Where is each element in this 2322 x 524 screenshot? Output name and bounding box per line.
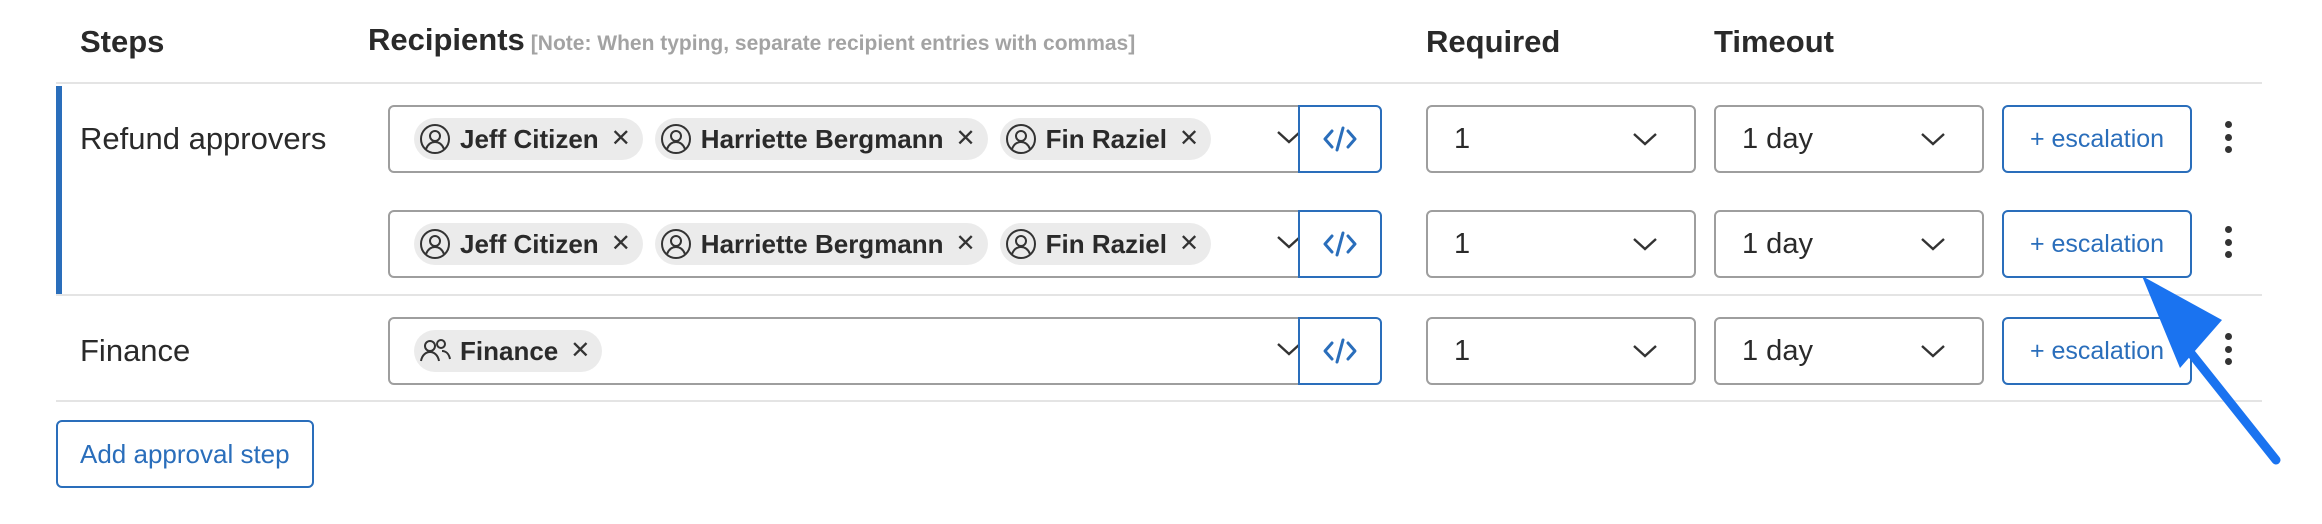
- code-editor-button[interactable]: [1298, 210, 1382, 278]
- user-icon: [418, 122, 452, 156]
- recipient-chip: Finance ✕: [414, 330, 603, 372]
- remove-recipient-icon[interactable]: ✕: [570, 339, 590, 363]
- chevron-down-icon: [1633, 238, 1657, 251]
- recipients-combobox[interactable]: Jeff Citizen ✕ Harriette Bergmann ✕ Fin …: [388, 105, 1328, 173]
- remove-recipient-icon[interactable]: ✕: [611, 127, 631, 151]
- add-escalation-button[interactable]: + escalation: [2002, 105, 2192, 173]
- remove-recipient-icon[interactable]: ✕: [956, 127, 976, 151]
- row-divider: [56, 400, 2262, 402]
- row-divider: [56, 294, 2262, 296]
- code-editor-button[interactable]: [1298, 317, 1382, 385]
- required-select[interactable]: 1: [1426, 317, 1696, 385]
- recipient-name: Jeff Citizen: [460, 123, 599, 154]
- user-icon: [1004, 227, 1038, 261]
- recipients-combobox[interactable]: Finance ✕: [388, 317, 1328, 385]
- timeout-value: 1 day: [1742, 334, 1813, 367]
- required-select[interactable]: 1: [1426, 105, 1696, 173]
- recipient-name: Harriette Bergmann: [700, 123, 944, 154]
- steps-column-header: Steps: [80, 24, 165, 59]
- required-value: 1: [1454, 334, 1471, 367]
- user-icon: [1004, 122, 1038, 156]
- timeout-select[interactable]: 1 day: [1714, 317, 1984, 385]
- group-icon: [418, 334, 452, 368]
- timeout-value: 1 day: [1742, 227, 1813, 260]
- recipient-chip: Fin Raziel ✕: [999, 223, 1212, 265]
- timeout-select[interactable]: 1 day: [1714, 105, 1984, 173]
- remove-recipient-icon[interactable]: ✕: [1179, 232, 1199, 256]
- code-icon: [1323, 231, 1357, 257]
- chevron-down-icon: [1921, 345, 1945, 358]
- recipient-chip: Fin Raziel ✕: [999, 118, 1212, 160]
- recipient-chip: Jeff Citizen ✕: [414, 118, 643, 160]
- recipient-name: Jeff Citizen: [460, 228, 599, 259]
- recipients-combobox[interactable]: Jeff Citizen ✕ Harriette Bergmann ✕ Fin …: [388, 210, 1328, 278]
- annotation-arrow-icon: [2142, 276, 2281, 465]
- recipients-column-header: Recipients [Note: When typing, separate r…: [368, 22, 1135, 58]
- step-label-refund-approvers: Refund approvers: [80, 121, 327, 156]
- remove-recipient-icon[interactable]: ✕: [1179, 127, 1199, 151]
- timeout-select[interactable]: 1 day: [1714, 210, 1984, 278]
- remove-recipient-icon[interactable]: ✕: [956, 232, 976, 256]
- timeout-value: 1 day: [1742, 122, 1813, 155]
- header-divider: [56, 82, 2262, 84]
- recipient-name: Fin Raziel: [1045, 123, 1167, 154]
- required-value: 1: [1454, 227, 1471, 260]
- chevron-down-icon: [1921, 133, 1945, 146]
- timeout-column-header: Timeout: [1714, 24, 1834, 59]
- code-editor-button[interactable]: [1298, 105, 1382, 173]
- selected-step-indicator: [56, 86, 62, 294]
- recipient-chip: Harriette Bergmann ✕: [654, 223, 988, 265]
- user-icon: [659, 227, 693, 261]
- user-icon: [418, 227, 452, 261]
- chevron-down-icon: [1633, 133, 1657, 146]
- recipient-name: Fin Raziel: [1045, 228, 1167, 259]
- code-icon: [1323, 338, 1357, 364]
- chevron-down-icon: [1633, 345, 1657, 358]
- required-value: 1: [1454, 122, 1471, 155]
- recipient-chip: Jeff Citizen ✕: [414, 223, 643, 265]
- recipients-note: [Note: When typing, separate recipient e…: [530, 32, 1136, 55]
- required-column-header: Required: [1426, 24, 1561, 59]
- recipient-chip: Harriette Bergmann ✕: [654, 118, 988, 160]
- add-approval-step-button[interactable]: Add approval step: [56, 420, 314, 488]
- more-options-icon[interactable]: [2218, 117, 2238, 157]
- more-options-icon[interactable]: [2218, 222, 2238, 262]
- required-select[interactable]: 1: [1426, 210, 1696, 278]
- recipient-name: Harriette Bergmann: [700, 228, 944, 259]
- step-label-finance: Finance: [80, 333, 191, 368]
- recipient-name: Finance: [460, 335, 559, 366]
- remove-recipient-icon[interactable]: ✕: [611, 232, 631, 256]
- chevron-down-icon: [1921, 238, 1945, 251]
- user-icon: [659, 122, 693, 156]
- code-icon: [1323, 126, 1357, 152]
- recipients-header-label: Recipients: [368, 22, 525, 57]
